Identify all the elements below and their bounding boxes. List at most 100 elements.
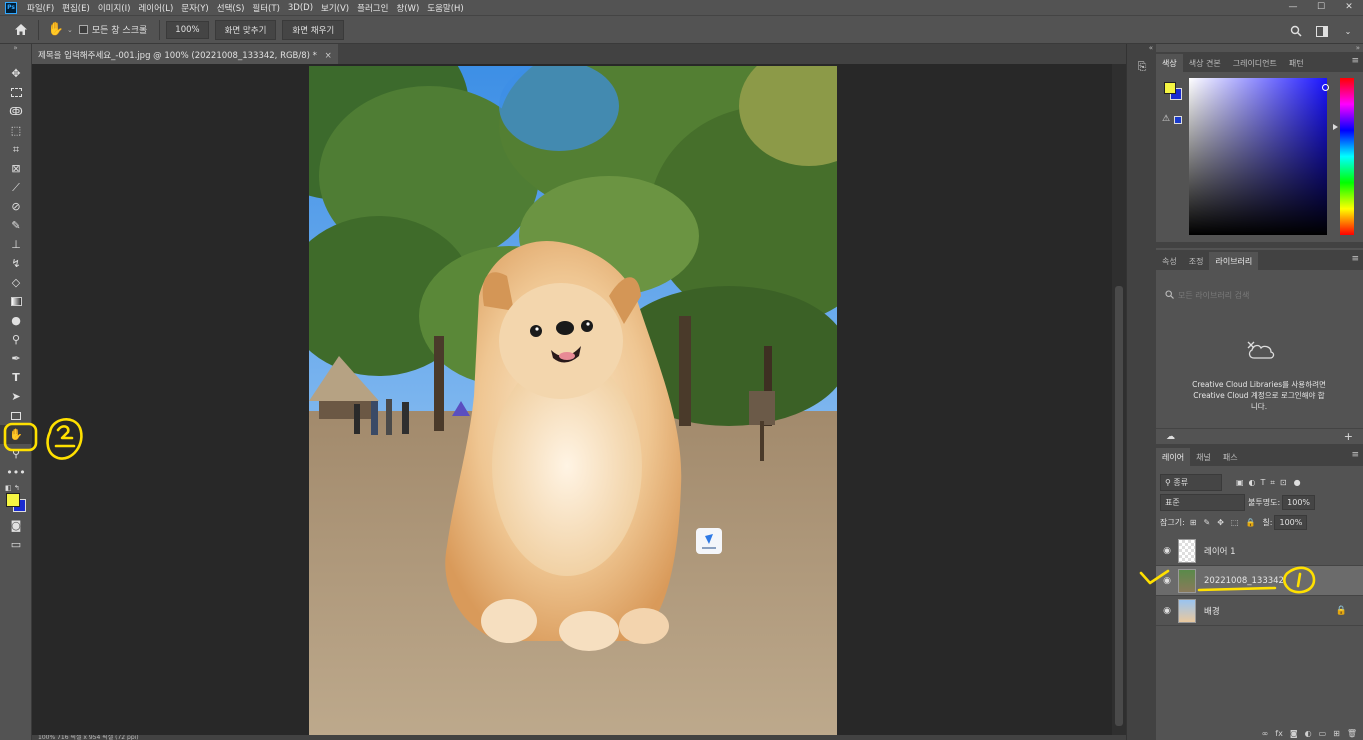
menu-edit[interactable]: 편집(E) [58,2,94,14]
menu-plugins[interactable]: 플러그인 [353,2,392,14]
type-tool-icon[interactable]: T [0,368,32,387]
blur-tool-icon[interactable]: ● [0,311,32,330]
lock-icon[interactable]: 🔒 [1336,606,1347,616]
close-window-button[interactable]: ✕ [1335,0,1363,15]
new-group-icon[interactable]: ▭ [1319,729,1327,738]
chevron-down-icon[interactable]: ⌄ [67,26,73,34]
crop-tool-icon[interactable]: ⌗ [0,140,32,159]
visibility-eye-icon[interactable]: ◉ [1156,546,1178,556]
library-search-input[interactable]: 모든 라이브러리 검색 [1159,286,1360,304]
search-icon[interactable] [1285,20,1307,42]
eyedropper-tool-icon[interactable]: ⟋ [0,178,32,197]
tab-adjustments[interactable]: 조정 [1183,252,1210,270]
brush-tool-icon[interactable]: ✎ [0,216,32,235]
eraser-tool-icon[interactable]: ◇ [0,273,32,292]
default-colors-icon[interactable]: ◧ ↰ [5,484,20,492]
menu-3d[interactable]: 3D(D) [284,3,317,13]
chevron-down-icon[interactable]: ⌄ [1337,20,1359,42]
dodge-tool-icon[interactable]: ⚲ [0,330,32,349]
tab-properties[interactable]: 속성 [1156,252,1183,270]
clone-stamp-tool-icon[interactable]: ⊥ [0,235,32,254]
layer-row[interactable]: ◉ 레이어 1 [1156,536,1363,566]
fill-screen-button[interactable]: 화면 채우기 [282,19,345,40]
tab-gradients[interactable]: 그레이디언트 [1227,54,1283,72]
fit-screen-button[interactable]: 화면 맞추기 [214,19,277,40]
move-tool-icon[interactable]: ✥ [0,64,32,83]
scrollbar-thumb[interactable] [1115,286,1123,726]
frame-tool-icon[interactable]: ⊠ [0,159,32,178]
vertical-scrollbar[interactable] [1112,64,1126,736]
menu-file[interactable]: 파일(F) [23,2,58,14]
menu-type[interactable]: 문자(Y) [177,2,212,14]
color-picker-handle[interactable] [1322,84,1329,91]
hue-slider[interactable] [1340,78,1354,235]
history-panel-icon[interactable]: ⎘ [1134,60,1150,76]
lasso-tool-icon[interactable]: ↂ [0,102,32,121]
tab-channels[interactable]: 채널 [1190,448,1217,466]
tab-layers[interactable]: 레이어 [1156,448,1191,466]
layer-filter-icons[interactable]: ▣◐T⌗⊡ [1236,478,1292,488]
fx-icon[interactable]: fx [1275,729,1283,738]
panel-menu-icon[interactable]: ≡ [1351,254,1359,264]
panel-menu-icon[interactable]: ≡ [1351,450,1359,460]
quick-mask-icon[interactable]: ◙ [0,516,32,535]
close-tab-icon[interactable]: × [325,51,332,61]
fill-field[interactable]: 100% [1274,515,1308,530]
gamut-warning-icon[interactable]: ⚠ [1162,114,1170,124]
collapse-arrows-icon[interactable]: » [1356,44,1360,52]
color-panel-foreground-swatch[interactable] [1164,82,1176,94]
marquee-tool-icon[interactable] [0,83,32,102]
scroll-all-windows-checkbox[interactable]: 모든 창 스크롤 [78,23,147,36]
saturation-value-picker[interactable] [1189,78,1327,235]
gradient-tool-icon[interactable] [0,292,32,311]
add-mask-icon[interactable]: ◙ [1290,729,1298,738]
workspace-icon[interactable] [1311,20,1333,42]
panel-menu-icon[interactable]: ≡ [1351,56,1359,66]
object-select-tool-icon[interactable]: ⬚ [0,121,32,140]
document-image[interactable] [309,66,837,736]
zoom-field[interactable]: 100% [166,20,209,39]
visibility-eye-icon[interactable]: ◉ [1156,576,1178,586]
home-icon[interactable] [10,19,32,41]
menu-view[interactable]: 보기(V) [317,2,353,14]
zoom-tool-icon[interactable]: ⚲ [0,444,32,463]
menu-help[interactable]: 도움말(H) [423,2,467,14]
menu-filter[interactable]: 필터(T) [248,2,283,14]
tab-patterns[interactable]: 패턴 [1283,54,1310,72]
cloud-icon[interactable]: ☁ [1166,432,1175,442]
menu-select[interactable]: 선택(S) [213,2,249,14]
blend-mode-select[interactable]: 표준 [1160,494,1245,511]
document-tab[interactable]: 제목을 입력해주세요_-001.jpg @ 100% (20221008_133… [32,44,338,64]
hand-tool-preset-icon[interactable]: ✋ [45,19,67,41]
adjustment-layer-icon[interactable]: ◐ [1305,729,1312,738]
filter-toggle-icon[interactable]: ● [1294,478,1301,487]
layer-row-selected[interactable]: ◉ 20221008_133342 [1156,566,1363,596]
rectangle-tool-icon[interactable] [0,406,32,425]
pen-tool-icon[interactable]: ✒ [0,349,32,368]
add-icon[interactable]: + [1344,430,1353,443]
tab-color[interactable]: 색상 [1156,54,1183,72]
tab-libraries[interactable]: 라이브러리 [1209,252,1259,270]
tab-swatches[interactable]: 색상 견본 [1183,54,1227,72]
canvas-area[interactable] [32,64,1112,736]
menu-layer[interactable]: 레이어(L) [134,2,177,14]
trash-icon[interactable]: 🗑 [1347,729,1357,738]
history-brush-tool-icon[interactable]: ↯ [0,254,32,273]
menu-image[interactable]: 이미지(I) [94,2,135,14]
link-layers-icon[interactable]: ∞ [1262,729,1269,738]
screen-mode-icon[interactable]: ▭ [0,535,32,554]
menu-window[interactable]: 창(W) [392,2,423,14]
hue-arrow-icon[interactable] [1333,124,1338,130]
collapse-arrows-icon[interactable]: « [1127,44,1156,52]
hand-tool-icon[interactable]: ✋ [0,425,32,444]
collapse-arrows-icon[interactable]: » [0,44,31,52]
tab-paths[interactable]: 패스 [1217,448,1244,466]
checkbox-box[interactable] [78,25,88,34]
opacity-field[interactable]: 100% [1282,495,1316,510]
healing-brush-tool-icon[interactable]: ⊘ [0,197,32,216]
new-layer-icon[interactable]: ⊞ [1333,729,1340,738]
path-selection-tool-icon[interactable]: ➤ [0,387,32,406]
more-tools-icon[interactable]: ••• [0,463,32,482]
maximize-button[interactable]: ☐ [1307,0,1335,15]
lock-options-icons[interactable]: ⊞✎✥⬚🔒 [1190,518,1263,527]
